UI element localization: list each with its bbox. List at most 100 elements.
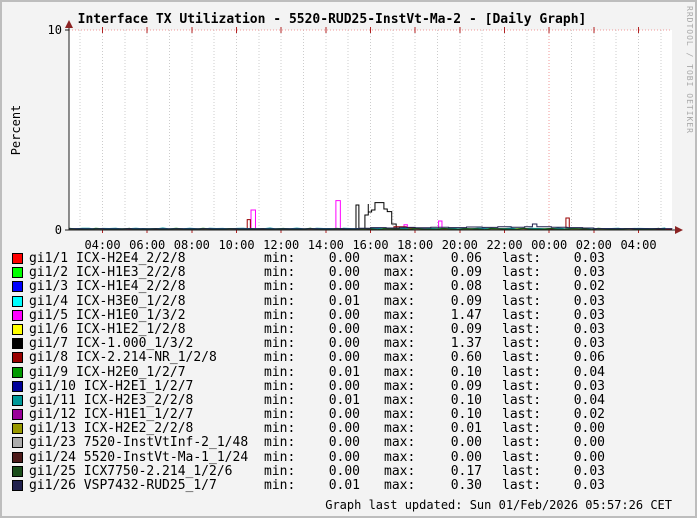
legend-series-label: gi1/2 ICX-H1E3_2/2/8 bbox=[29, 265, 186, 281]
legend-row-gi1-25: gi1/25 ICX7750-2.214_1/2/6 min: 0.00 max: 0.… bbox=[2, 463, 695, 479]
x-tick-label: 20:00 bbox=[442, 238, 478, 252]
legend-min-value: 0.01 bbox=[328, 478, 360, 493]
legend-row-gi1-7: gi1/7 ICX-1.000_1/3/2 min: 0.00 max: 1.37 las… bbox=[2, 336, 695, 352]
legend-min-label: min: bbox=[264, 293, 296, 309]
y-tick-label: 0 bbox=[55, 223, 62, 237]
legend-series-label: gi1/1 ICX-H2E4_2/2/8 bbox=[29, 251, 186, 266]
legend-max-label: max: bbox=[384, 307, 416, 323]
legend-swatch bbox=[12, 394, 23, 406]
x-tick-label: 02:00 bbox=[576, 238, 612, 252]
legend-last-label: last: bbox=[502, 378, 542, 394]
legend-last-value: 0.03 bbox=[573, 251, 605, 266]
x-tick-label: 18:00 bbox=[397, 238, 433, 252]
legend-max-value: 0.00 bbox=[450, 435, 482, 451]
legend-min-value: 0.00 bbox=[328, 251, 360, 266]
legend-last-label: last: bbox=[502, 279, 542, 295]
x-tick-label: 22:00 bbox=[486, 238, 522, 252]
legend-row-gi1-6: gi1/6 ICX-H1E2_1/2/8 min: 0.00 max: 0.09 last… bbox=[2, 321, 695, 337]
legend-last-label: last: bbox=[502, 336, 542, 352]
legend-min-label: min: bbox=[264, 435, 296, 451]
x-tick-label: 10:00 bbox=[218, 238, 254, 252]
legend-max-label: max: bbox=[384, 321, 416, 337]
legend-series-label: gi1/25 ICX7750-2.214_1/2/6 bbox=[29, 463, 233, 479]
legend-last-value: 0.02 bbox=[573, 407, 605, 423]
legend-last-label: last: bbox=[502, 251, 542, 266]
legend-last-value: 0.00 bbox=[573, 421, 605, 437]
legend-min-label: min: bbox=[264, 364, 296, 380]
x-tick-label: 08:00 bbox=[174, 238, 210, 252]
legend-min-label: min: bbox=[264, 392, 296, 408]
legend-last-label: last: bbox=[502, 265, 542, 281]
y-axis-arrow bbox=[65, 20, 73, 28]
legend-last-value: 0.00 bbox=[573, 435, 605, 451]
legend-max-label: max: bbox=[384, 336, 416, 352]
legend-last-label: last: bbox=[502, 435, 542, 451]
legend-last-label: last: bbox=[502, 364, 542, 380]
x-tick-label: 04:00 bbox=[84, 238, 120, 252]
legend-max-value: 0.09 bbox=[450, 321, 482, 337]
legend-row-gi1-4: gi1/4 ICX-H3E0_1/2/8 min: 0.01 max: 0.09 last… bbox=[2, 293, 695, 309]
legend-min-label: min: bbox=[264, 407, 296, 423]
legend-series-label: gi1/6 ICX-H1E2_1/2/8 bbox=[29, 321, 186, 337]
legend-last-value: 0.04 bbox=[573, 364, 605, 380]
legend-min-label: min: bbox=[264, 478, 296, 493]
rrdtool-graph-window: Interface TX Utilization - 5520-RUD25-In… bbox=[0, 0, 697, 518]
legend-min-value: 0.01 bbox=[328, 392, 360, 408]
legend-last-value: 0.03 bbox=[573, 478, 605, 493]
legend-max-value: 1.37 bbox=[450, 336, 482, 352]
y-tick-label: 10 bbox=[48, 23, 62, 37]
legend-last-label: last: bbox=[502, 321, 542, 337]
legend-last-label: last: bbox=[502, 293, 542, 309]
legend-max-value: 0.30 bbox=[450, 478, 482, 493]
legend-last-label: last: bbox=[502, 350, 542, 366]
legend-swatch bbox=[12, 480, 23, 491]
legend-min-label: min: bbox=[264, 279, 296, 295]
legend-max-value: 0.08 bbox=[450, 279, 482, 295]
legend-min-label: min: bbox=[264, 321, 296, 337]
legend-max-value: 0.09 bbox=[450, 265, 482, 281]
legend-swatch bbox=[12, 267, 23, 279]
legend-max-label: max: bbox=[384, 435, 416, 451]
legend-series-label: gi1/23 7520-InstVtInf-2_1/48 bbox=[29, 435, 249, 451]
legend-last-label: last: bbox=[502, 478, 542, 493]
legend-min-value: 0.00 bbox=[328, 265, 360, 281]
legend-row-gi1-1: gi1/1 ICX-H2E4_2/2/8 min: 0.00 max: 0.06 last… bbox=[2, 251, 695, 266]
legend-row-gi1-26: gi1/26 VSP7432-RUD25_1/7 min: 0.01 max: 0.30… bbox=[2, 478, 695, 493]
legend-row-gi1-8: gi1/8 ICX-2.214-NR_1/2/8 min: 0.00 max: 0.60… bbox=[2, 350, 695, 366]
x-tick-label: 14:00 bbox=[308, 238, 344, 252]
legend-min-value: 0.01 bbox=[328, 293, 360, 309]
legend-min-value: 0.00 bbox=[328, 307, 360, 323]
legend-min-label: min: bbox=[264, 449, 296, 465]
legend-last-value: 0.00 bbox=[573, 449, 605, 465]
legend-row-gi1-11: gi1/11 ICX-H2E3_2/2/8 min: 0.01 max: 0.10 las… bbox=[2, 392, 695, 408]
x-tick-label: 06:00 bbox=[129, 238, 165, 252]
x-tick-label: 04:00 bbox=[620, 238, 656, 252]
legend-swatch bbox=[12, 323, 23, 335]
legend-min-label: min: bbox=[264, 307, 296, 323]
legend-row-gi1-10: gi1/10 ICX-H2E1_1/2/7 min: 0.00 max: 0.09 las… bbox=[2, 378, 695, 394]
legend-series-label: gi1/5 ICX-H1E0_1/3/2 bbox=[29, 307, 186, 323]
legend-swatch bbox=[12, 423, 23, 435]
legend-swatch bbox=[12, 409, 23, 421]
legend-swatch bbox=[12, 253, 23, 264]
legend-swatch bbox=[12, 352, 23, 364]
legend-swatch bbox=[12, 309, 23, 321]
legend-row-gi1-5: gi1/5 ICX-H1E0_1/3/2 min: 0.00 max: 1.47 last… bbox=[2, 307, 695, 323]
legend-series-label: gi1/3 ICX-H1E4_2/2/8 bbox=[29, 279, 186, 295]
legend-max-label: max: bbox=[384, 279, 416, 295]
legend-min-value: 0.00 bbox=[328, 321, 360, 337]
legend-last-value: 0.03 bbox=[573, 265, 605, 281]
legend-series-label: gi1/9 ICX-H2E0_1/2/7 bbox=[29, 364, 186, 380]
legend-max-value: 0.01 bbox=[450, 421, 482, 437]
legend-row-gi1-12: gi1/12 ICX-H1E1_1/2/7 min: 0.00 max: 0.10 las… bbox=[2, 407, 695, 423]
legend-min-label: min: bbox=[264, 350, 296, 366]
legend-last-label: last: bbox=[502, 307, 542, 323]
legend-row-gi1-24: gi1/24 5520-InstVt-Ma-1_1/24 min: 0.00 max:… bbox=[2, 449, 695, 465]
legend-series-label: gi1/26 VSP7432-RUD25_1/7 bbox=[29, 478, 217, 493]
legend-last-value: 0.03 bbox=[573, 321, 605, 337]
legend-max-label: max: bbox=[384, 407, 416, 423]
legend-max-value: 0.00 bbox=[450, 449, 482, 465]
legend-swatch bbox=[12, 465, 23, 477]
legend-max-label: max: bbox=[384, 364, 416, 380]
legend-last-label: last: bbox=[502, 449, 542, 465]
